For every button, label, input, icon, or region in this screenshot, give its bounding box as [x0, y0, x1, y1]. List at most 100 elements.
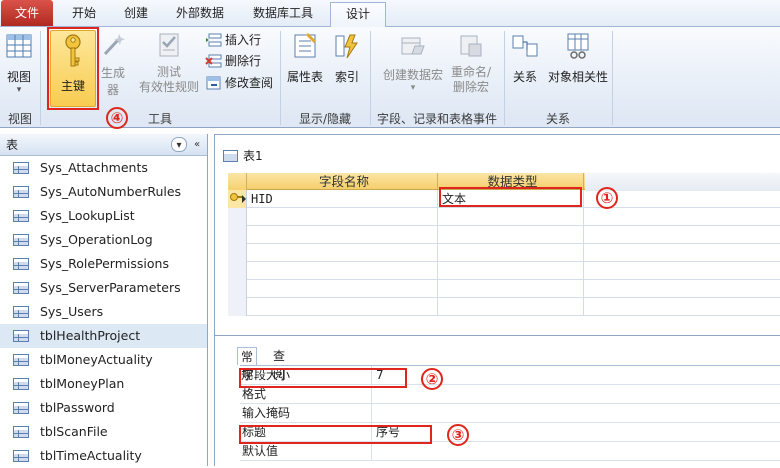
table-icon — [13, 186, 29, 198]
view-button[interactable]: 视图 ▾ — [2, 30, 36, 95]
tab-design[interactable]: 设计 — [330, 2, 386, 28]
highlight-box-data-type — [439, 187, 582, 207]
tab-home[interactable]: 开始 — [58, 2, 110, 27]
table-icon — [13, 210, 29, 222]
nav-item[interactable]: Sys_LookupList — [0, 204, 207, 228]
table-row[interactable] — [228, 280, 780, 298]
group-label-relationships: 关系 — [545, 112, 570, 126]
document-tab[interactable]: 表1 — [221, 145, 263, 167]
table-icon — [223, 150, 238, 162]
nav-item[interactable]: Sys_ServerParameters — [0, 276, 207, 300]
nav-item-label: Sys_LookupList — [40, 208, 135, 223]
nav-item-label: tblHealthProject — [40, 328, 141, 343]
rename-macro-label-1: 重命名/ — [450, 65, 492, 79]
column-header-field-name[interactable]: 字段名称 — [248, 173, 438, 191]
nav-item-label: tblMoneyPlan — [40, 376, 125, 391]
object-dependencies-button[interactable]: 对象相关性 — [546, 30, 610, 85]
table-row[interactable] — [228, 226, 780, 244]
group-label-show-hide: 显示/隐藏 — [298, 112, 352, 126]
table-icon — [13, 330, 29, 342]
group-label-field-events: 字段、记录和表格事件 — [376, 112, 497, 126]
tab-lookup[interactable]: 查阅 — [270, 347, 288, 381]
nav-item-label: Sys_Users — [40, 304, 104, 319]
builder-button[interactable]: 生成器 — [96, 30, 130, 98]
table-icon — [13, 402, 29, 414]
table-row[interactable] — [228, 298, 780, 316]
property-value[interactable] — [373, 404, 780, 423]
chevron-down-icon: ▾ — [16, 85, 22, 95]
insert-rows-button[interactable]: 插入行 — [205, 31, 261, 49]
create-data-macro-button[interactable]: 创建数据宏 ▾ — [380, 30, 446, 93]
ribbon-tab-bar: 文件 开始 创建 外部数据 数据库工具 设计 — [0, 0, 780, 28]
table-icon — [13, 354, 29, 366]
nav-item-label: Sys_RolePermissions — [40, 256, 169, 271]
nav-item[interactable]: Sys_AutoNumberRules — [0, 180, 207, 204]
field-name-cell[interactable]: HID — [248, 190, 438, 208]
modify-lookups-button[interactable]: 修改查阅 — [205, 74, 273, 92]
nav-item-label: tblPassword — [40, 400, 115, 415]
tab-database-tools[interactable]: 数据库工具 — [240, 2, 326, 27]
nav-item[interactable]: Sys_OperationLog — [0, 228, 207, 252]
test-rules-label-1: 测试 — [156, 65, 181, 79]
annotation-1: ① — [596, 187, 618, 209]
nav-header: 表 ▾ « — [0, 134, 207, 156]
data-macro-icon — [401, 37, 425, 55]
field-properties-pane: 常规 查阅 字段大小 7 格式 输入掩码 标题 序号 默认值 ② ③ — [215, 335, 780, 467]
annotation-2: ② — [421, 368, 443, 390]
property-label: 输入掩码 — [240, 404, 372, 423]
nav-item-label: Sys_AutoNumberRules — [40, 184, 182, 199]
insert-rows-icon — [206, 33, 222, 47]
delete-rows-icon — [205, 54, 222, 68]
view-icon — [6, 34, 32, 58]
relationships-button[interactable]: 关系 — [508, 30, 542, 85]
property-sheet-icon — [294, 32, 317, 58]
table-row[interactable] — [228, 208, 780, 226]
column-header-description[interactable] — [585, 173, 780, 191]
property-value[interactable] — [373, 442, 780, 461]
nav-item[interactable]: Sys_RolePermissions — [0, 252, 207, 276]
nav-item-label: Sys_OperationLog — [40, 232, 153, 247]
nav-item[interactable]: tblMoneyActuality — [0, 348, 207, 372]
object-dependencies-icon — [567, 33, 589, 59]
property-value[interactable]: 序号 — [373, 423, 780, 442]
navigation-pane: 表 ▾ « Sys_Attachments Sys_AutoNumberRules… — [0, 134, 208, 466]
indexes-label: 索引 — [334, 70, 359, 84]
test-validation-rules-button[interactable]: 测试 有效性规则 — [138, 30, 200, 95]
table-row[interactable] — [228, 262, 780, 280]
nav-item[interactable]: tblHealthProject — [0, 324, 207, 348]
property-sheet-label: 属性表 — [286, 70, 323, 84]
lightning-icon — [335, 34, 358, 59]
tab-create[interactable]: 创建 — [112, 2, 160, 27]
primary-key-icon — [230, 193, 246, 203]
nav-collapse-icon[interactable]: « — [189, 137, 205, 152]
row-selector[interactable] — [228, 190, 247, 208]
nav-item[interactable]: tblMoneyPlan — [0, 372, 207, 396]
tab-general[interactable]: 常规 — [237, 347, 258, 382]
nav-menu-dropdown-icon[interactable]: ▾ — [171, 137, 187, 152]
nav-item[interactable]: tblPassword — [0, 396, 207, 420]
nav-item[interactable]: Sys_Attachments — [0, 156, 207, 180]
delete-rows-button[interactable]: 删除行 — [205, 52, 261, 70]
modify-lookups-label: 修改查阅 — [225, 76, 274, 90]
table-icon — [13, 426, 29, 438]
nav-item-label: Sys_ServerParameters — [40, 280, 181, 295]
nav-item[interactable]: Sys_Users — [0, 300, 207, 324]
nav-list: Sys_Attachments Sys_AutoNumberRules Sys_Lo… — [0, 156, 207, 468]
property-sheet-button[interactable]: 属性表 — [284, 30, 326, 85]
nav-item[interactable]: tblTimeActuality — [0, 444, 207, 468]
insert-rows-label: 插入行 — [225, 33, 262, 47]
rename-delete-macro-button[interactable]: 重命名/ 删除宏 — [447, 30, 495, 95]
highlight-box-primary-key — [47, 27, 99, 110]
annotation-3: ③ — [447, 424, 469, 446]
nav-item[interactable]: tblScanFile — [0, 420, 207, 444]
tab-external-data[interactable]: 外部数据 — [164, 2, 236, 27]
highlight-box-field-size — [239, 368, 407, 388]
rename-macro-label-2: 删除宏 — [452, 80, 489, 94]
tab-file[interactable]: 文件 — [1, 0, 53, 26]
table-icon — [13, 282, 29, 294]
property-row-default-value[interactable]: 默认值 — [240, 442, 780, 461]
table-row[interactable] — [228, 244, 780, 262]
select-all-corner[interactable] — [228, 173, 247, 191]
property-row-input-mask[interactable]: 输入掩码 — [240, 404, 780, 423]
indexes-button[interactable]: 索引 — [330, 30, 364, 85]
